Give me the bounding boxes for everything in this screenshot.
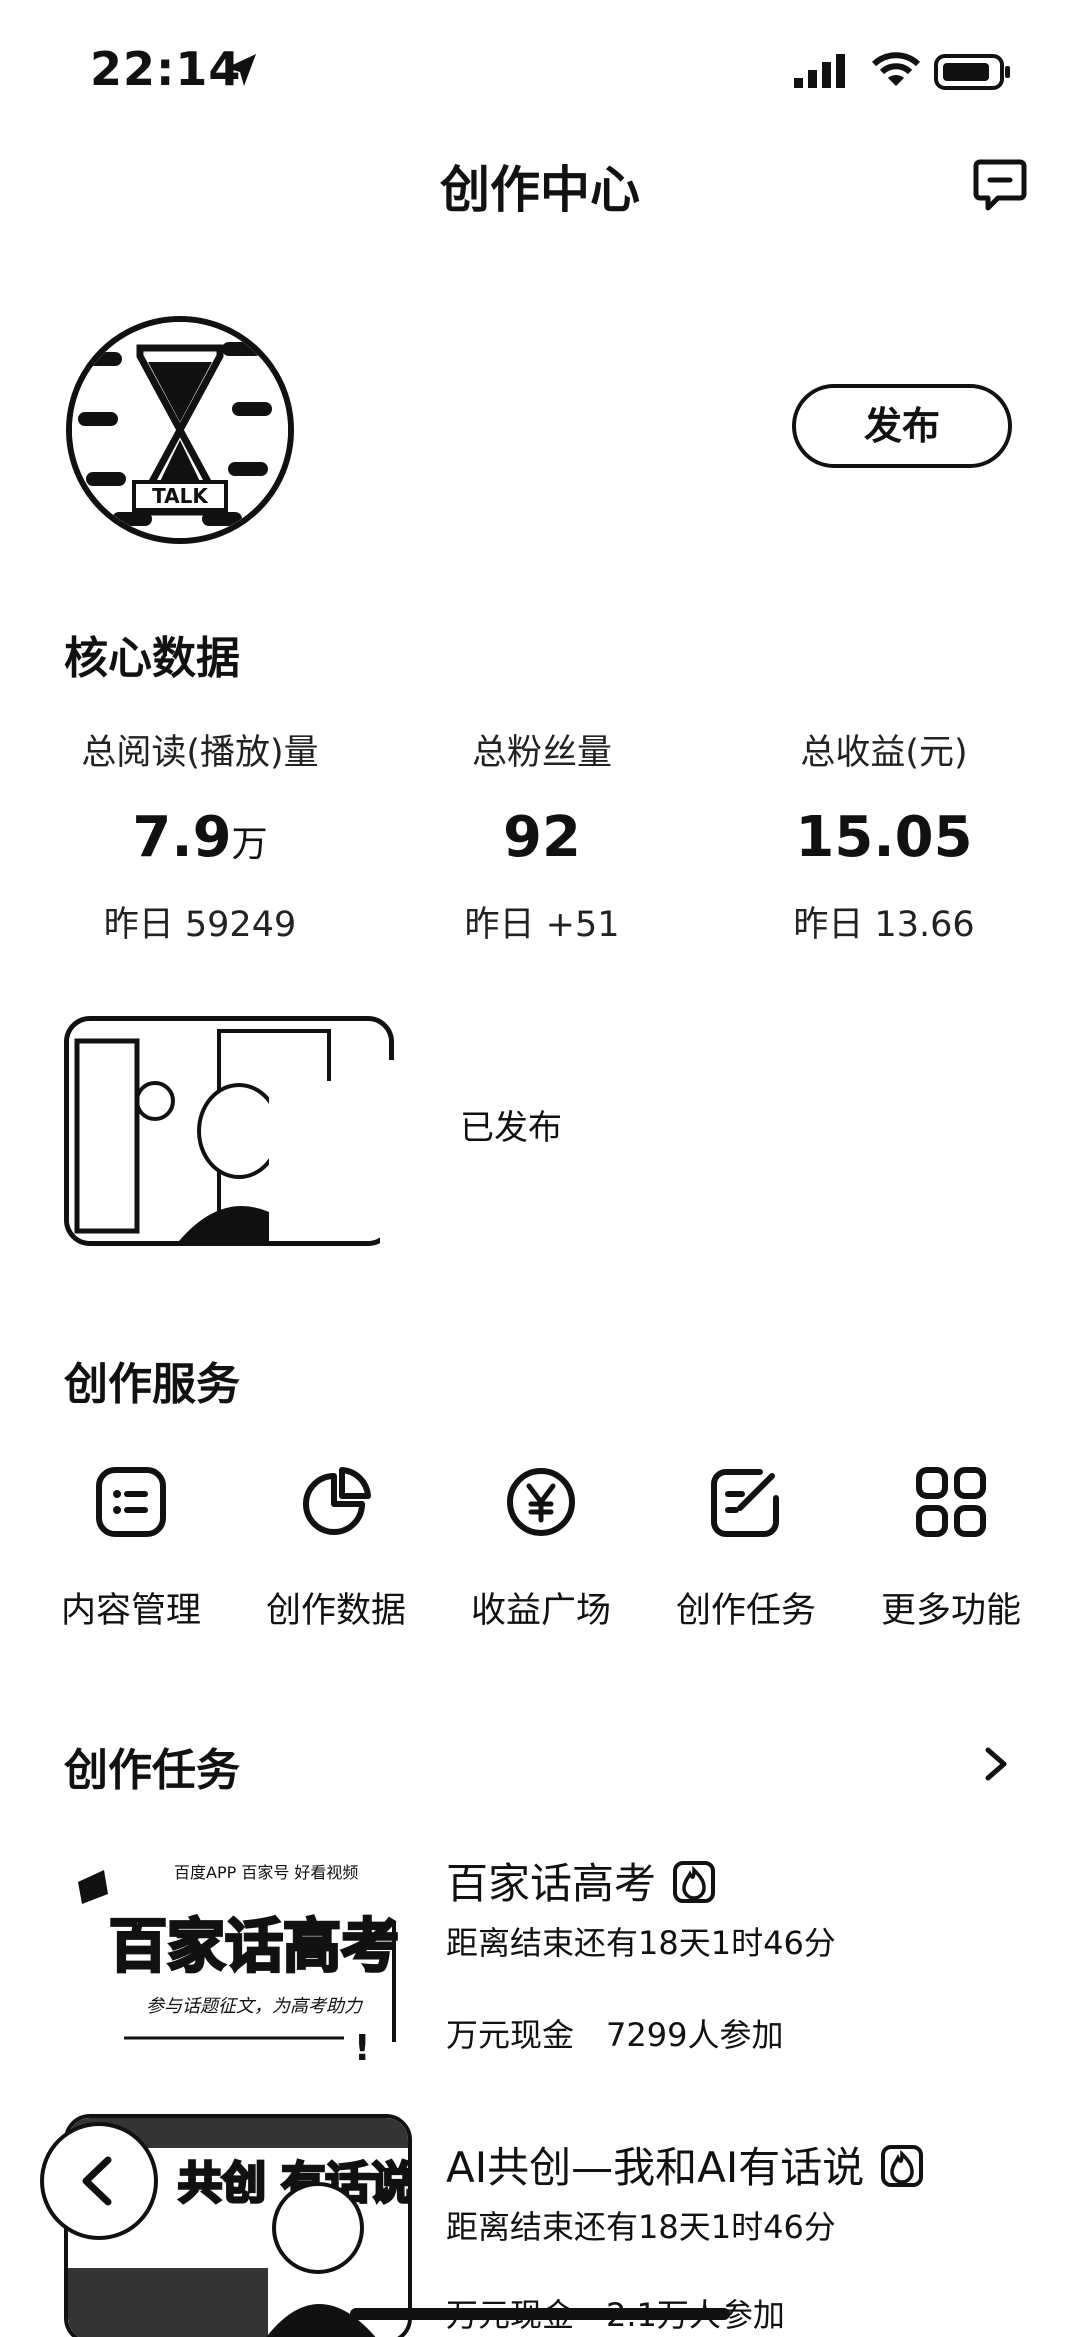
service-label: 更多功能 (880, 1591, 1021, 1631)
service-creation-tasks[interactable]: 创作任务 (651, 1464, 841, 1633)
status-bar: 22:14 (0, 0, 1080, 140)
pie-chart-icon (303, 1467, 371, 1535)
stat-label: 总阅读(播放)量 (81, 733, 319, 773)
task-banner-image: 百度APP 百家号 好看视频 百家话高考 参与话题征文，为高考助力 ! (64, 1842, 412, 2072)
grid-icon (916, 1467, 986, 1537)
service-label: 创作任务 (675, 1591, 816, 1631)
status-time: 22:14 (90, 42, 242, 96)
back-button[interactable] (40, 2122, 158, 2240)
task-deadline: 距离结束还有18天1时46分 (446, 2208, 836, 2246)
service-creation-data[interactable]: 创作数据 (241, 1464, 431, 1633)
hourglass-logo-icon: TALK (72, 322, 288, 538)
task-title[interactable]: 百家话高考 (446, 1850, 716, 1911)
stat-yesterday: 昨日 13.66 (793, 905, 975, 945)
task-reward: 万元现金 (446, 2016, 575, 2054)
task-thumbnail[interactable]: 百度APP 百家号 好看视频 百家话高考 参与话题征文，为高考助力 ! (64, 1842, 412, 2072)
stat-value: 92 (503, 805, 581, 870)
service-content-management[interactable]: 内容管理 (36, 1464, 226, 1633)
svg-text:TALK: TALK (152, 484, 209, 508)
article-image (69, 1021, 389, 1241)
tasks-title: 创作任务 (64, 1745, 240, 1796)
core-data-title: 核心数据 (64, 633, 240, 684)
message-icon[interactable] (972, 156, 1028, 212)
stat-total-earnings[interactable]: 总收益(元) 15.05 昨日 13.66 (704, 724, 1064, 947)
fire-badge-icon (881, 2145, 924, 2187)
stat-yesterday: 昨日 +51 (464, 905, 620, 945)
location-arrow-icon (226, 54, 256, 86)
stat-total-fans[interactable]: 总粉丝量 92 昨日 +51 (362, 724, 722, 947)
chevron-right-icon[interactable] (982, 1744, 1010, 1784)
svg-text:参与话题征文，为高考助力: 参与话题征文，为高考助力 (146, 1996, 364, 2017)
yen-icon (507, 1468, 575, 1536)
list-icon (96, 1467, 166, 1537)
battery-icon (934, 54, 1010, 90)
service-label: 收益广场 (470, 1591, 611, 1631)
stat-label: 总收益(元) (800, 733, 968, 773)
publish-button[interactable]: 发布 (792, 384, 1012, 468)
fire-badge-icon (673, 1861, 716, 1903)
svg-text:百家话高考: 百家话高考 (109, 1912, 399, 1980)
service-label: 创作数据 (265, 1591, 406, 1631)
svg-text:!: ! (354, 2028, 370, 2069)
svg-text:百度APP 百家号 好看视频: 百度APP 百家号 好看视频 (174, 1863, 358, 1882)
task-deadline: 距离结束还有18天1时46分 (446, 1924, 836, 1962)
task-meta: 万元现金 7299人参加 (446, 2010, 783, 2056)
service-label: 内容管理 (60, 1591, 201, 1631)
thumbnail-overlay (380, 1060, 500, 1250)
home-indicator[interactable] (350, 2308, 730, 2320)
task-participants: 7299人参加 (606, 2016, 784, 2054)
stat-unit: 万 (231, 824, 268, 865)
edit-task-icon (711, 1469, 779, 1537)
page-title: 创作中心 (440, 161, 640, 219)
stat-label: 总粉丝量 (471, 733, 612, 773)
article-thumbnail[interactable] (64, 1016, 394, 1246)
article-status: 已发布 (460, 1108, 562, 1148)
services-title: 创作服务 (64, 1359, 240, 1410)
stat-yesterday: 昨日 59249 (103, 905, 297, 945)
wifi-icon (871, 52, 921, 86)
stat-value: 15.05 (795, 805, 973, 870)
avatar[interactable]: TALK (66, 316, 294, 544)
stat-total-reads[interactable]: 总阅读(播放)量 7.9万 昨日 59249 (20, 724, 380, 947)
stat-value: 7.9万 (132, 805, 268, 870)
task-title[interactable]: AI共创—我和AI有话说 (446, 2134, 924, 2195)
service-earnings-plaza[interactable]: 收益广场 (446, 1464, 636, 1633)
cellular-signal-icon (794, 54, 845, 88)
service-more-features[interactable]: 更多功能 (856, 1464, 1046, 1633)
chevron-left-icon (82, 2156, 112, 2206)
